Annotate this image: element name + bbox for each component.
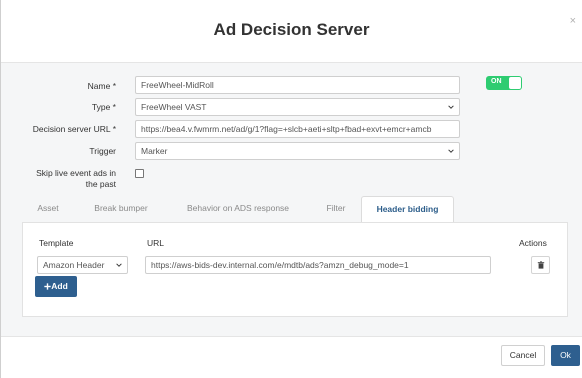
column-header-template: Template bbox=[39, 238, 74, 248]
trash-icon bbox=[537, 261, 545, 269]
chevron-down-icon bbox=[448, 105, 454, 109]
trigger-select-value: Marker bbox=[141, 146, 168, 156]
cancel-button[interactable]: Cancel bbox=[501, 345, 545, 366]
decision-server-url-input[interactable]: https://bea4.v.fwmrm.net/ad/g/1?flag=+sl… bbox=[135, 120, 460, 138]
skip-live-label-line1: Skip live event ads in bbox=[36, 168, 116, 178]
skip-live-checkbox[interactable] bbox=[135, 169, 144, 178]
toggle-label: ON bbox=[491, 78, 502, 85]
modal-footer bbox=[1, 336, 582, 378]
bidding-url-input[interactable]: https://aws-bids-dev.internal.com/e/mdtb… bbox=[145, 256, 491, 274]
type-select-value: FreeWheel VAST bbox=[141, 102, 207, 112]
name-label: Name * bbox=[87, 81, 116, 91]
tab-filter[interactable]: Filter bbox=[318, 196, 354, 222]
active-toggle[interactable]: ON bbox=[486, 76, 522, 90]
chevron-down-icon bbox=[448, 149, 454, 153]
trigger-select[interactable]: Marker bbox=[135, 142, 460, 160]
trigger-label: Trigger bbox=[89, 146, 116, 156]
modal-header: Ad Decision Server × bbox=[1, 0, 582, 63]
close-icon[interactable]: × bbox=[570, 15, 576, 27]
chevron-down-icon bbox=[116, 263, 122, 267]
add-row-button[interactable]: Add bbox=[35, 276, 77, 297]
skip-live-label-line2: the past bbox=[85, 179, 116, 189]
tab-asset[interactable]: Asset bbox=[30, 196, 66, 222]
name-input[interactable]: FreeWheel-MidRoll bbox=[135, 76, 460, 94]
delete-row-button[interactable] bbox=[531, 256, 550, 274]
skip-live-label: Skip live event ads in the past bbox=[10, 168, 116, 190]
column-header-actions: Actions bbox=[519, 238, 547, 248]
tab-header-bidding[interactable]: Header bidding bbox=[361, 196, 454, 222]
type-label: Type * bbox=[91, 102, 116, 112]
ok-button[interactable]: Ok bbox=[551, 345, 580, 366]
column-header-url: URL bbox=[147, 238, 165, 248]
type-select[interactable]: FreeWheel VAST bbox=[135, 98, 460, 116]
tab-behavior-on-ads-response[interactable]: Behavior on ADS response bbox=[176, 196, 300, 222]
template-select-value: Amazon Header bbox=[43, 260, 105, 270]
template-select[interactable]: Amazon Header bbox=[37, 256, 128, 274]
tab-break-bumper[interactable]: Break bumper bbox=[86, 196, 156, 222]
toggle-knob bbox=[509, 77, 521, 89]
add-button-label: Add bbox=[51, 281, 68, 291]
modal-title: Ad Decision Server bbox=[213, 20, 370, 39]
url-label: Decision server URL * bbox=[32, 124, 116, 134]
